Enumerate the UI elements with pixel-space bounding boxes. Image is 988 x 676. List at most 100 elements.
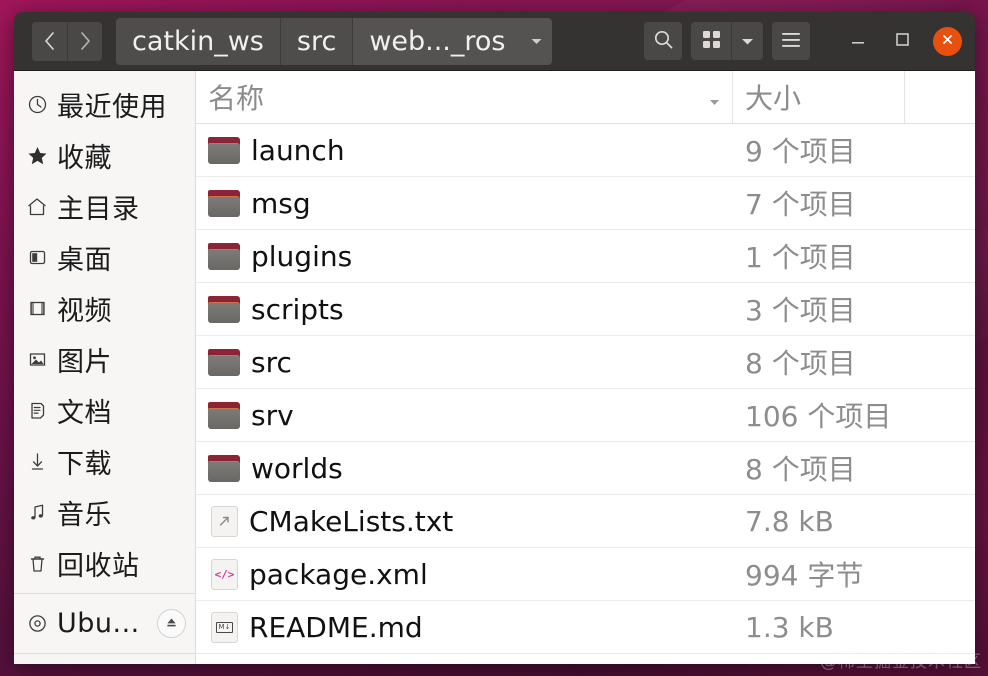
close-button[interactable]	[933, 26, 962, 56]
music-icon	[22, 502, 52, 523]
sidebar-item-desktop[interactable]: 桌面	[14, 232, 195, 283]
trash-icon	[22, 553, 52, 574]
file-name: package.xml	[249, 557, 428, 591]
table-row[interactable]: CMakeLists.txt 7.8 kB	[196, 495, 975, 548]
sidebar-item-label: 视频	[57, 296, 112, 327]
table-row[interactable]: worlds 8 个项目	[196, 442, 975, 495]
breadcrumb-item-1[interactable]: src	[279, 17, 353, 65]
column-header-name[interactable]: 名称	[196, 71, 733, 123]
document-icon	[22, 400, 52, 421]
file-name-cell: scripts	[196, 293, 733, 326]
headerbar-actions	[644, 22, 966, 60]
close-icon	[941, 33, 954, 49]
sort-descending-icon	[709, 81, 720, 114]
window-body: 最近使用 收藏 主目录 桌面 视频 图片 文档 下载 音乐 回收站 Ubu...…	[14, 71, 975, 664]
sidebar-item-label: 图片	[57, 347, 112, 378]
table-row[interactable]: launch 9 个项目	[196, 124, 975, 177]
sidebar-item-trash[interactable]: 回收站	[14, 538, 195, 589]
sidebar-item-label: 主目录	[57, 194, 140, 225]
table-row[interactable]: plugins 1 个项目	[196, 230, 975, 283]
sidebar-item-music[interactable]: 音乐	[14, 487, 195, 538]
file-name: launch	[251, 133, 345, 167]
column-header-size[interactable]: 大小	[733, 71, 905, 123]
file-name-cell: msg	[196, 187, 733, 220]
sidebar-item-ubuntu-disc[interactable]: Ubu...	[14, 598, 195, 649]
sidebar-item-home[interactable]: 主目录	[14, 181, 195, 232]
folder-icon	[208, 294, 240, 324]
sidebar-item-label: 文档	[57, 398, 112, 429]
grid-view-icon	[702, 30, 721, 52]
file-name: plugins	[251, 239, 353, 273]
disc-icon	[22, 613, 52, 634]
markdown-file-icon: M↓	[211, 611, 238, 643]
sidebar-item-documents[interactable]: 文档	[14, 385, 195, 436]
file-name-cell: plugins	[196, 240, 733, 273]
file-size: 3 个项目	[745, 294, 856, 327]
file-name: srv	[251, 398, 294, 432]
folder-icon	[208, 241, 240, 271]
table-row[interactable]: msg 7 个项目	[196, 177, 975, 230]
search-icon	[653, 29, 674, 53]
column-header-extra[interactable]	[905, 71, 975, 123]
sidebar-item-recent[interactable]: 最近使用	[14, 79, 195, 130]
file-size: 8 个项目	[745, 453, 856, 486]
back-button[interactable]	[32, 21, 67, 61]
breadcrumb: catkin_ws src web..._ros	[116, 17, 552, 65]
table-row[interactable]: srv 106 个项目	[196, 389, 975, 442]
table-row[interactable]: scripts 3 个项目	[196, 283, 975, 336]
navigation-buttons	[32, 21, 102, 61]
image-icon	[22, 349, 52, 370]
view-mode-selector	[691, 22, 763, 60]
grid-view-button[interactable]	[691, 22, 731, 60]
file-name: scripts	[251, 292, 344, 326]
breadcrumb-item-0[interactable]: catkin_ws	[116, 17, 280, 65]
file-name: CMakeLists.txt	[249, 504, 454, 538]
maximize-icon	[895, 32, 910, 50]
file-name: msg	[251, 186, 311, 220]
clock-icon	[22, 94, 52, 115]
forward-icon	[78, 30, 93, 52]
file-name: src	[251, 345, 292, 379]
sidebar-item-downloads[interactable]: 下载	[14, 436, 195, 487]
file-name-cell: srv	[196, 399, 733, 432]
sidebar-item-videos[interactable]: 视频	[14, 283, 195, 334]
sidebar-item-label: 音乐	[57, 500, 112, 531]
table-row[interactable]: M↓ README.md 1.3 kB	[196, 601, 975, 654]
file-size: 1 个项目	[745, 241, 856, 274]
desktop-background: catkin_ws src web..._ros 最近使用 收藏 主目录 桌面 …	[0, 0, 988, 676]
sidebar-item-bookmark-documents[interactable]: 文档	[14, 658, 195, 664]
sidebar-item-label: 桌面	[57, 245, 112, 276]
table-row[interactable]: </> package.xml 994 字节	[196, 548, 975, 601]
window-controls	[845, 26, 962, 56]
breadcrumb-item-2[interactable]: web..._ros	[352, 17, 522, 65]
desktop-icon	[22, 247, 52, 268]
window-headerbar: catkin_ws src web..._ros	[14, 12, 975, 71]
sidebar: 最近使用 收藏 主目录 桌面 视频 图片 文档 下载 音乐 回收站 Ubu...	[14, 71, 196, 664]
chevron-down-icon	[530, 34, 543, 49]
view-mode-dropdown-button[interactable]	[731, 22, 763, 60]
file-size: 8 个项目	[745, 347, 856, 380]
main-menu-button[interactable]	[772, 22, 810, 60]
table-row[interactable]: src 8 个项目	[196, 336, 975, 389]
column-header-size-label: 大小	[745, 82, 802, 115]
download-icon	[22, 451, 52, 472]
file-size: 1.3 kB	[745, 610, 834, 644]
video-icon	[22, 298, 52, 319]
search-button[interactable]	[644, 22, 682, 60]
hamburger-menu-icon	[781, 32, 801, 51]
sidebar-item-pictures[interactable]: 图片	[14, 334, 195, 385]
folder-icon	[208, 135, 240, 165]
eject-button[interactable]	[157, 609, 186, 638]
sidebar-item-label: Ubu...	[57, 608, 140, 639]
sidebar-item-starred[interactable]: 收藏	[14, 130, 195, 181]
sidebar-item-label: 回收站	[57, 551, 140, 582]
eject-icon	[165, 616, 178, 632]
file-name-cell: M↓ README.md	[196, 611, 733, 644]
file-manager-window: catkin_ws src web..._ros 最近使用 收藏 主目录 桌面 …	[14, 12, 975, 664]
maximize-button[interactable]	[889, 28, 915, 54]
forward-button[interactable]	[67, 21, 102, 61]
minimize-button[interactable]	[845, 28, 871, 54]
file-rows: launch 9 个项目 msg 7 个项目 plugins 1 个项目 scr…	[196, 124, 975, 664]
column-headers: 名称 大小	[196, 71, 975, 124]
breadcrumb-dropdown-button[interactable]	[521, 17, 552, 65]
